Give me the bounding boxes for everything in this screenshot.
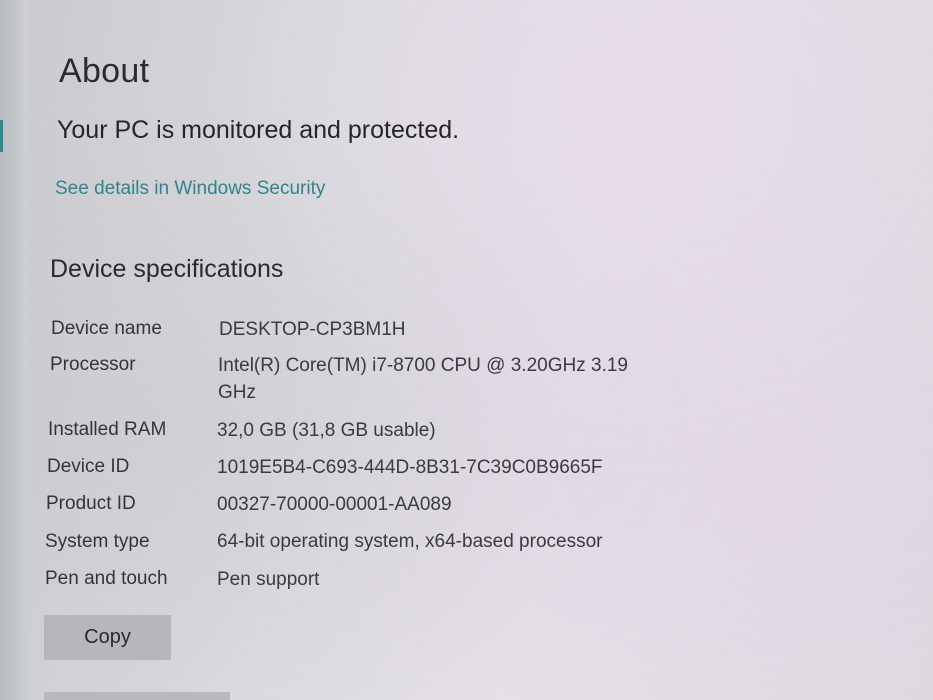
spec-value: DESKTOP-CP3BM1H [219, 319, 406, 340]
protection-status-text: Your PC is monitored and protected. [57, 116, 460, 144]
navigation-pane-edge [0, 0, 28, 700]
windows-security-link[interactable]: See details in Windows Security [55, 178, 325, 200]
spec-value: 00327-70000-00001-AA089 [217, 494, 452, 515]
spec-value: 1019E5B4-C693-444D-8B31-7C39C0B9665F [217, 457, 603, 478]
spec-value: 32,0 GB (31,8 GB usable) [217, 420, 436, 441]
spec-label: Processor [50, 354, 136, 375]
spec-value: Intel(R) Core(TM) i7-8700 CPU @ 3.20GHz … [218, 355, 628, 403]
rename-pc-button[interactable] [44, 692, 230, 700]
page-title: About [59, 52, 150, 90]
spec-label: Installed RAM [48, 419, 167, 440]
spec-label: Device ID [47, 456, 130, 477]
spec-value: Pen support [217, 569, 320, 590]
spec-label: Pen and touch [45, 568, 168, 589]
device-specifications-heading: Device specifications [50, 255, 284, 283]
spec-label: Device name [51, 318, 162, 339]
spec-label: Product ID [46, 493, 136, 514]
copy-button[interactable]: Copy [44, 615, 171, 660]
spec-label: System type [45, 531, 150, 552]
spec-value: 64-bit operating system, x64-based proce… [217, 531, 603, 552]
selected-nav-indicator [0, 120, 3, 152]
